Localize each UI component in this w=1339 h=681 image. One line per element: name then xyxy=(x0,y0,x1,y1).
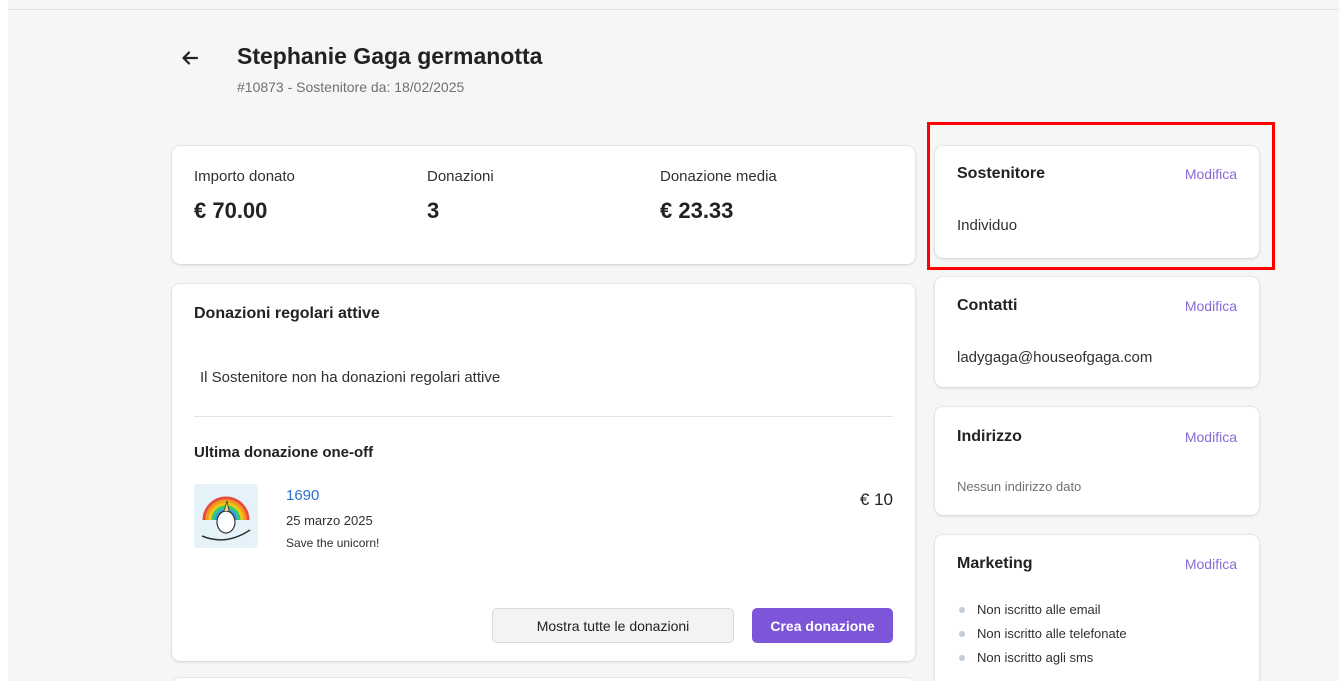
top-divider xyxy=(8,9,1339,10)
stat-average: Donazione media € 23.33 xyxy=(660,168,777,224)
highlight-box xyxy=(927,122,1275,270)
stat-average-label: Donazione media xyxy=(660,168,777,185)
marketing-item-label: Non iscritto alle telefonate xyxy=(977,626,1127,641)
donation-campaign: Save the unicorn! xyxy=(286,536,380,550)
donation-amount: € 10 xyxy=(859,490,893,509)
bullet-icon xyxy=(959,607,965,613)
contacts-title: Contatti xyxy=(957,297,1018,314)
stat-count: Donazioni 3 xyxy=(427,168,494,224)
show-all-donations-button[interactable]: Mostra tutte le donazioni xyxy=(492,608,734,643)
stat-donated-value: € 70.00 xyxy=(194,198,268,223)
stat-donated-label: Importo donato xyxy=(194,168,295,185)
list-item: Non iscritto alle email xyxy=(957,601,1127,625)
stat-count-value: 3 xyxy=(427,198,440,223)
marketing-edit-link[interactable]: Modifica xyxy=(1185,556,1237,572)
marketing-card: Marketing Modifica Non iscritto alle ema… xyxy=(935,535,1259,681)
back-arrow-icon[interactable] xyxy=(180,48,200,68)
section-divider xyxy=(194,416,893,417)
create-donation-button[interactable]: Crea donazione xyxy=(752,608,893,643)
bullet-icon xyxy=(959,631,965,637)
contacts-card: Contatti Modifica ladygaga@houseofgaga.c… xyxy=(935,277,1259,387)
regular-donations-empty: Il Sostenitore non ha donazioni regolari… xyxy=(200,369,501,386)
regular-donations-title: Donazioni regolari attive xyxy=(194,305,380,322)
donations-card: Donazioni regolari attive Il Sostenitore… xyxy=(172,284,915,661)
contact-email: ladygaga@houseofgaga.com xyxy=(957,349,1153,366)
list-item: Non iscritto agli sms xyxy=(957,649,1127,673)
marketing-item-label: Non iscritto alle email xyxy=(977,602,1101,617)
address-title: Indirizzo xyxy=(957,428,1022,445)
campaign-thumbnail xyxy=(194,484,258,548)
stats-card: Importo donato € 70.00 Donazioni 3 Donaz… xyxy=(172,146,915,264)
donation-id-link[interactable]: 1690 xyxy=(286,487,319,504)
oneoff-donation-title: Ultima donazione one-off xyxy=(194,444,374,461)
stat-average-value: € 23.33 xyxy=(660,198,734,223)
address-value: Nessun indirizzo dato xyxy=(957,479,1082,494)
bullet-icon xyxy=(959,655,965,661)
marketing-title: Marketing xyxy=(957,555,1033,572)
left-edge xyxy=(0,0,8,681)
address-card: Indirizzo Modifica Nessun indirizzo dato xyxy=(935,407,1259,515)
donation-date: 25 marzo 2025 xyxy=(286,513,373,528)
marketing-item-label: Non iscritto agli sms xyxy=(977,650,1094,665)
page-title: Stephanie Gaga germanotta xyxy=(237,43,543,69)
stat-donated: Importo donato € 70.00 xyxy=(194,168,295,224)
stat-count-label: Donazioni xyxy=(427,168,494,185)
page-subtitle: #10873 - Sostenitore da: 18/02/2025 xyxy=(237,79,465,95)
address-edit-link[interactable]: Modifica xyxy=(1185,429,1237,445)
contacts-edit-link[interactable]: Modifica xyxy=(1185,298,1237,314)
marketing-list: Non iscritto alle email Non iscritto all… xyxy=(957,601,1127,673)
list-item: Non iscritto alle telefonate xyxy=(957,625,1127,649)
